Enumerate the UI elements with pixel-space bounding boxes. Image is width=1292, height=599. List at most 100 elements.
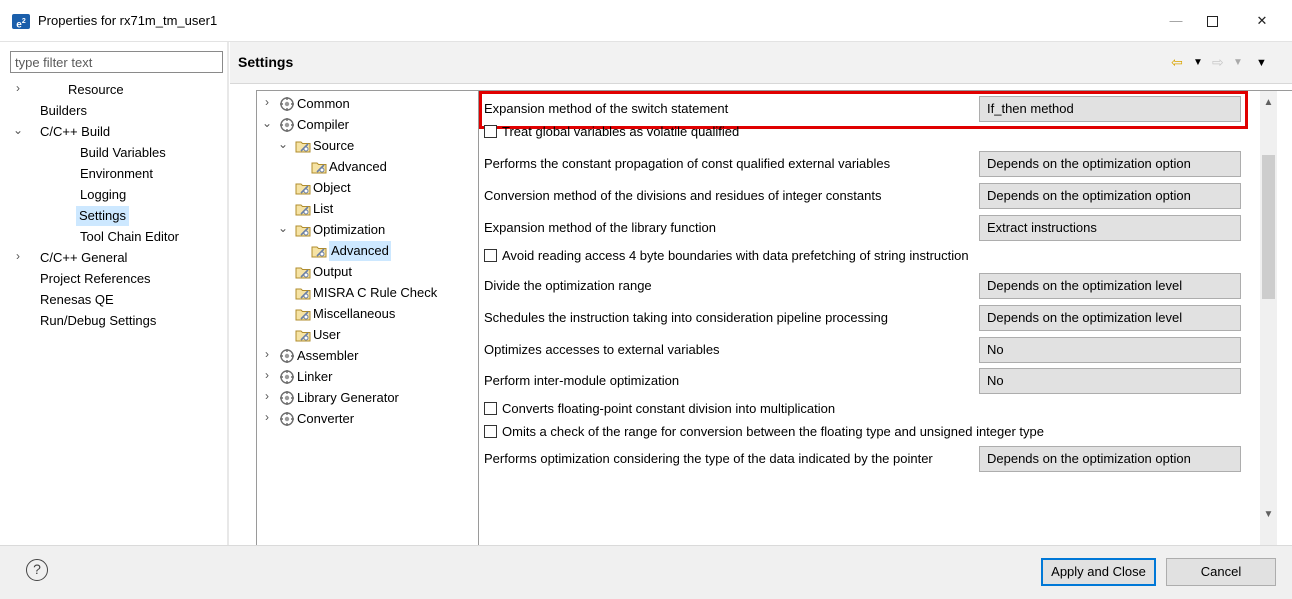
scrollbar-thumb[interactable]: [1262, 155, 1275, 299]
tree-item-output[interactable]: Output: [313, 262, 352, 282]
tree-item-misra-c-rule-check[interactable]: MISRA C Rule Check: [313, 283, 437, 303]
options-folder-icon: [295, 222, 311, 238]
vertical-scrollbar[interactable]: ▲ ▼: [1260, 91, 1277, 547]
nav-item-project-references[interactable]: Project References: [40, 269, 151, 289]
window-title: Properties for rx71m_tm_user1: [38, 13, 218, 28]
tree-item-source[interactable]: Source: [313, 136, 354, 156]
option-label: Divide the optimization range: [484, 278, 652, 293]
checkbox-treat-global-variables-as-volatile-quali[interactable]: [484, 125, 497, 138]
option-select-optimizes-accesses-to-external-variables[interactable]: No: [979, 337, 1241, 363]
tree-item-object[interactable]: Object: [313, 178, 351, 198]
cancel-button[interactable]: Cancel: [1166, 558, 1276, 586]
options-folder-icon: [311, 159, 327, 175]
option-checkbox-row[interactable]: Converts floating-point constant divisio…: [484, 399, 835, 419]
option-label: Schedules the instruction taking into co…: [484, 310, 888, 325]
checkbox-omits-a-check-of-the-range-for-conversio[interactable]: [484, 425, 497, 438]
nav-item-run-debug-settings[interactable]: Run/Debug Settings: [40, 311, 156, 331]
filter-input[interactable]: [10, 51, 223, 73]
option-select-expansion-method-of-the-library-function[interactable]: Extract instructions: [979, 215, 1241, 241]
tree-item-linker[interactable]: Linker: [297, 367, 332, 387]
tree-twisty-icon[interactable]: ›: [261, 347, 273, 361]
options-folder-icon: [295, 138, 311, 154]
options-folder-icon: [295, 264, 311, 280]
settings-header: Settings ⇦ ▼ ⇨ ▼ ▼: [230, 42, 1292, 84]
tree-twisty-icon[interactable]: ›: [261, 95, 273, 109]
option-label: Performs optimization considering the ty…: [484, 451, 933, 466]
tree-item-advanced[interactable]: Advanced: [329, 157, 387, 177]
option-checkbox-row[interactable]: Treat global variables as volatile quali…: [484, 122, 739, 142]
tree-twisty-icon[interactable]: ⌄: [261, 116, 273, 130]
scroll-down-icon[interactable]: ▼: [1260, 509, 1277, 520]
nav-item-environment[interactable]: Environment: [80, 164, 153, 184]
tool-gear-icon: [279, 369, 295, 385]
nav-item-renesas-qe[interactable]: Renesas QE: [40, 290, 114, 310]
nav-item-logging[interactable]: Logging: [80, 185, 126, 205]
checkbox-label: Converts floating-point constant divisio…: [502, 401, 836, 416]
option-select-conversion-method-of-the-divisions-and-r[interactable]: Depends on the optimization option: [979, 183, 1241, 209]
checkbox-avoid-reading-access-4-byte-boundaries-w[interactable]: [484, 249, 497, 262]
tree-twisty-icon[interactable]: ›: [261, 368, 273, 382]
nav-item-c-c-build[interactable]: C/C++ Build: [40, 122, 110, 142]
panel-divider[interactable]: [227, 42, 229, 545]
apply-and-close-button[interactable]: Apply and Close: [1041, 558, 1156, 586]
options-panel: ▲ ▼ Expansion method of the switch state…: [478, 90, 1292, 547]
option-select-schedules-the-instruction-taking-into-co[interactable]: Depends on the optimization level: [979, 305, 1241, 331]
option-label: Performs the constant propagation of con…: [484, 156, 891, 171]
tree-item-library-generator[interactable]: Library Generator: [297, 388, 399, 408]
option-checkbox-row[interactable]: Avoid reading access 4 byte boundaries w…: [484, 246, 969, 266]
option-checkbox-row[interactable]: Omits a check of the range for conversio…: [484, 422, 1044, 442]
tree-item-optimization[interactable]: Optimization: [313, 220, 385, 240]
dialog-content: › ResourceBuilders ⌄ C/C++ BuildBuild Varia…: [0, 42, 1292, 547]
view-menu-icon[interactable]: ▼: [1256, 57, 1267, 69]
title-bar: e2 Properties for rx71m_tm_user1 — ✕: [0, 0, 1292, 42]
options-folder-icon: [295, 327, 311, 343]
tree-twisty-icon[interactable]: ⌄: [277, 221, 289, 235]
tree-item-converter[interactable]: Converter: [297, 409, 354, 429]
option-select-divide-the-optimization-range[interactable]: Depends on the optimization level: [979, 273, 1241, 299]
tree-twisty-icon[interactable]: ›: [261, 389, 273, 403]
tree-item-miscellaneous[interactable]: Miscellaneous: [313, 304, 395, 324]
scroll-up-icon[interactable]: ▲: [1260, 97, 1277, 108]
option-select-performs-optimization-considering-the-ty[interactable]: Depends on the optimization option: [979, 446, 1241, 472]
options-folder-icon: [295, 201, 311, 217]
back-dropdown-icon[interactable]: ▼: [1193, 57, 1203, 68]
nav-item-settings[interactable]: Settings: [76, 206, 129, 226]
page-title: Settings: [238, 54, 294, 70]
checkbox-converts-floating-point-constant-divisio[interactable]: [484, 402, 497, 415]
dialog-footer: ? Apply and Close Cancel: [0, 545, 1292, 599]
option-label: Expansion method of the switch statement: [484, 101, 729, 116]
tool-settings-tree: › Common ⌄ Compiler ⌄ Source Advanced Object Lis…: [256, 90, 480, 546]
nav-item-tool-chain-editor[interactable]: Tool Chain Editor: [80, 227, 179, 247]
nav-twisty-icon[interactable]: ›: [12, 81, 24, 95]
option-label: Optimizes accesses to external variables: [484, 342, 720, 357]
tree-item-common[interactable]: Common: [297, 94, 350, 114]
nav-twisty-icon[interactable]: ⌄: [12, 123, 24, 137]
settings-page: Settings ⇦ ▼ ⇨ ▼ ▼ › Common ⌄ Compiler ⌄ Sour…: [230, 42, 1292, 547]
help-icon[interactable]: ?: [26, 559, 48, 581]
tree-item-assembler[interactable]: Assembler: [297, 346, 358, 366]
close-button[interactable]: ✕: [1242, 8, 1282, 34]
checkbox-label: Treat global variables as volatile quali…: [502, 124, 740, 139]
back-arrow-icon[interactable]: ⇦: [1171, 54, 1183, 71]
forward-arrow-icon[interactable]: ⇨: [1212, 54, 1224, 71]
nav-item-c-c-general[interactable]: C/C++ General: [40, 248, 127, 268]
tree-item-advanced[interactable]: Advanced: [329, 241, 391, 261]
minimize-button[interactable]: —: [1156, 8, 1196, 34]
option-select-expansion-method-of-the-switch-statement[interactable]: If_then method: [979, 96, 1241, 122]
checkbox-label: Omits a check of the range for conversio…: [502, 424, 1045, 439]
options-folder-icon: [295, 306, 311, 322]
tree-twisty-icon[interactable]: ⌄: [277, 137, 289, 151]
nav-item-builders[interactable]: Builders: [40, 101, 87, 121]
option-select-performs-the-constant-propagation-of-con[interactable]: Depends on the optimization option: [979, 151, 1241, 177]
option-select-perform-inter-module-optimization[interactable]: No: [979, 368, 1241, 394]
maximize-button[interactable]: [1192, 8, 1232, 34]
tree-twisty-icon[interactable]: ›: [261, 410, 273, 424]
tree-item-compiler[interactable]: Compiler: [297, 115, 349, 135]
tree-item-list[interactable]: List: [313, 199, 333, 219]
nav-twisty-icon[interactable]: ›: [12, 249, 24, 263]
forward-dropdown-icon[interactable]: ▼: [1233, 57, 1243, 68]
tool-gear-icon: [279, 96, 295, 112]
tree-item-user[interactable]: User: [313, 325, 340, 345]
nav-item-build-variables[interactable]: Build Variables: [80, 143, 166, 163]
nav-item-resource[interactable]: Resource: [68, 80, 124, 100]
